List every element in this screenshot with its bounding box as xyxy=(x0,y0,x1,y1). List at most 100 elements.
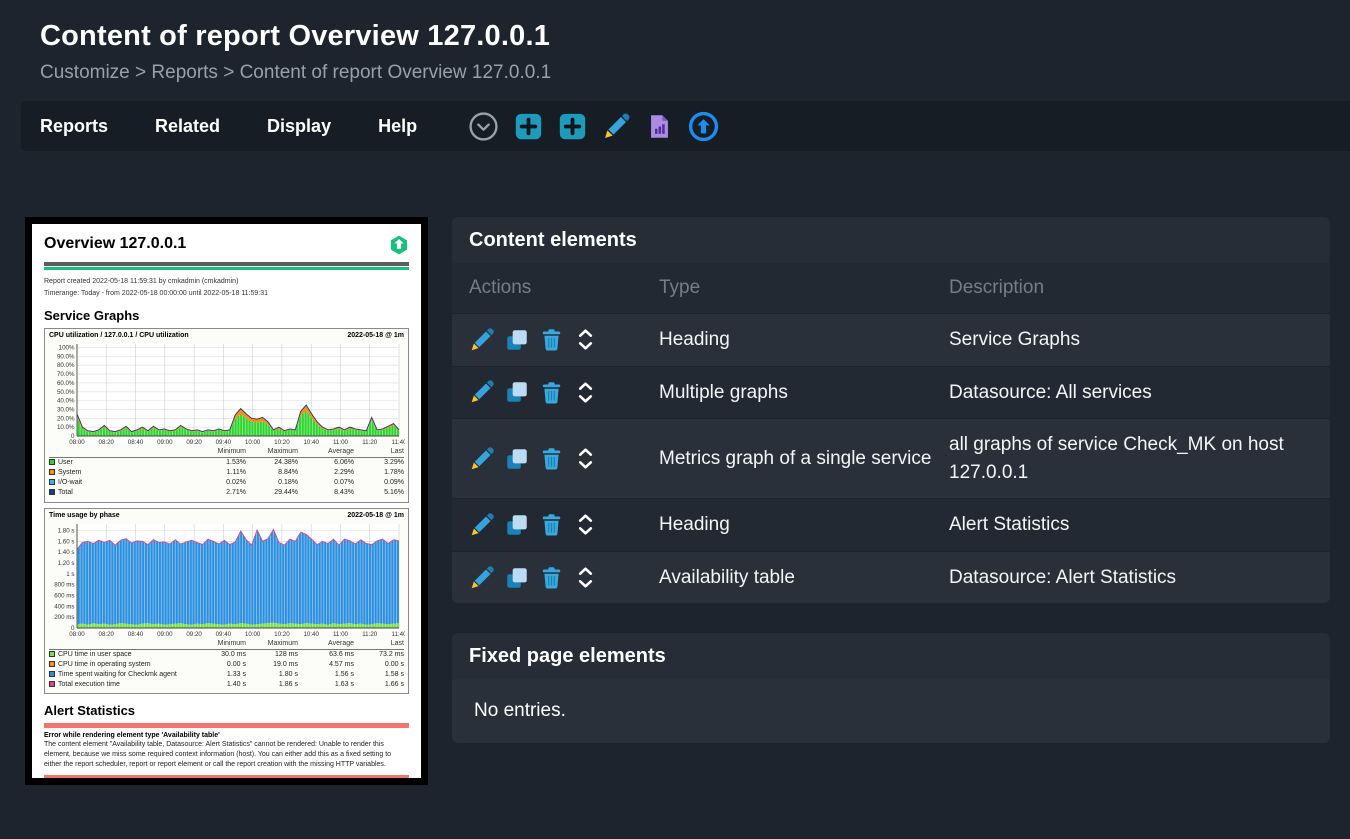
clone-icon[interactable] xyxy=(504,446,530,472)
move-down-icon[interactable] xyxy=(578,460,593,470)
move-up-icon[interactable] xyxy=(578,566,593,576)
move-down-icon[interactable] xyxy=(578,394,593,404)
svg-text:40.0%: 40.0% xyxy=(57,397,75,404)
graph-title: Time usage by phase xyxy=(49,512,120,519)
legend-row: Total2.71%29.44%8.43%5.16% xyxy=(49,488,404,498)
menu-help[interactable]: Help xyxy=(378,116,417,137)
content-row-3: Metrics graph of a single service all gr… xyxy=(452,418,1330,498)
move-controls xyxy=(578,328,593,351)
mini-chart-svg: 100%90.0%80.0%70.0%60.0%50.0%40.0%30.0%2… xyxy=(47,340,405,447)
error-bar-top xyxy=(44,723,409,728)
svg-text:10:20: 10:20 xyxy=(274,631,290,638)
legend-color-chip xyxy=(49,681,55,687)
svg-text:70.0%: 70.0% xyxy=(57,371,75,378)
mini-chart-svg: 1.80 s1.60 s1.40 s1.20 s1 s800 ms600 ms4… xyxy=(47,520,405,639)
svg-text:10.0%: 10.0% xyxy=(57,424,75,431)
row-actions xyxy=(469,379,659,405)
svg-text:50.0%: 50.0% xyxy=(57,389,75,396)
legend-row: CPU time in user space30.0 ms128 ms63.6 … xyxy=(49,650,404,660)
svg-text:08:40: 08:40 xyxy=(128,439,144,446)
svg-text:11:20: 11:20 xyxy=(362,439,378,446)
edit-icon[interactable] xyxy=(469,565,495,591)
row-description: Datasource: Alert Statistics xyxy=(949,564,1314,592)
svg-text:08:20: 08:20 xyxy=(99,439,115,446)
row-type: Heading xyxy=(659,326,949,354)
svg-text:11:40: 11:40 xyxy=(391,631,405,638)
move-up-icon[interactable] xyxy=(578,513,593,523)
row-description: Service Graphs xyxy=(949,326,1314,354)
edit-icon[interactable] xyxy=(469,327,495,353)
report-page: Overview 127.0.0.1 Report created 2022-0… xyxy=(32,224,421,778)
fixed-page-elements-title: Fixed page elements xyxy=(452,633,1330,679)
upload-arrow-icon[interactable] xyxy=(688,111,719,142)
move-down-icon[interactable] xyxy=(578,341,593,351)
row-actions xyxy=(469,565,659,591)
clone-icon[interactable] xyxy=(504,327,530,353)
menu-display[interactable]: Display xyxy=(267,116,331,137)
row-type: Availability table xyxy=(659,564,949,592)
legend-row: CPU time in operating system0.00 s19.0 m… xyxy=(49,660,404,670)
clone-icon[interactable] xyxy=(504,512,530,538)
graph-timestamp: 2022-05-18 @ 1m xyxy=(347,332,404,339)
panels-column: Content elements Actions Type Descriptio… xyxy=(452,217,1330,743)
svg-text:09:00: 09:00 xyxy=(157,439,173,446)
svg-text:08:40: 08:40 xyxy=(128,631,144,638)
menu-related[interactable]: Related xyxy=(155,116,220,137)
page-title: Content of report Overview 127.0.0.1 xyxy=(40,20,1350,53)
legend-row: Total execution time1.40 s1.86 s1.63 s1.… xyxy=(49,680,404,690)
delete-icon[interactable] xyxy=(539,446,564,471)
add-element-icon-2[interactable] xyxy=(558,112,587,141)
svg-text:08:00: 08:00 xyxy=(69,631,85,638)
clone-icon[interactable] xyxy=(504,379,530,405)
edit-icon[interactable] xyxy=(469,379,495,405)
clone-icon[interactable] xyxy=(504,565,530,591)
report-preview-thumbnail[interactable]: Overview 127.0.0.1 Report created 2022-0… xyxy=(25,217,428,785)
svg-text:1.20 s: 1.20 s xyxy=(58,560,75,567)
graph-title: CPU utilization / 127.0.0.1 / CPU utiliz… xyxy=(49,332,189,339)
chevron-down-circle-icon[interactable] xyxy=(468,111,499,142)
move-down-icon[interactable] xyxy=(578,526,593,536)
legend-row: I/O-wait0.02%0.18%0.07%0.09% xyxy=(49,478,404,488)
svg-text:09:20: 09:20 xyxy=(186,631,202,638)
main-content: Overview 127.0.0.1 Report created 2022-0… xyxy=(0,217,1350,785)
svg-text:10:00: 10:00 xyxy=(245,439,261,446)
svg-text:10:40: 10:40 xyxy=(303,631,319,638)
legend-color-chip xyxy=(49,671,55,677)
report-document-icon[interactable] xyxy=(646,113,673,140)
delete-icon[interactable] xyxy=(539,565,564,590)
svg-text:10:20: 10:20 xyxy=(274,439,290,446)
row-type: Metrics graph of a single service xyxy=(659,445,949,473)
svg-text:100%: 100% xyxy=(59,344,75,351)
fixed-page-elements-panel: Fixed page elements No entries. xyxy=(452,633,1330,743)
move-down-icon[interactable] xyxy=(578,579,593,589)
delete-icon[interactable] xyxy=(539,512,564,537)
edit-icon[interactable] xyxy=(469,512,495,538)
edit-icon[interactable] xyxy=(602,112,631,141)
move-up-icon[interactable] xyxy=(578,447,593,457)
row-actions xyxy=(469,446,659,472)
move-up-icon[interactable] xyxy=(578,328,593,338)
content-row-2: Multiple graphs Datasource: All services xyxy=(452,366,1330,419)
content-elements-title: Content elements xyxy=(452,217,1330,263)
col-description: Description xyxy=(949,277,1330,299)
svg-text:800 ms: 800 ms xyxy=(54,581,74,588)
fixed-page-elements-empty: No entries. xyxy=(452,679,1330,743)
cpu-utilization-graph: CPU utilization / 127.0.0.1 / CPU utiliz… xyxy=(44,328,409,503)
svg-text:10:00: 10:00 xyxy=(245,631,261,638)
edit-icon[interactable] xyxy=(469,446,495,472)
move-up-icon[interactable] xyxy=(578,381,593,391)
svg-text:1.80 s: 1.80 s xyxy=(58,527,75,534)
row-type: Heading xyxy=(659,511,949,539)
move-controls xyxy=(578,566,593,589)
legend-header: MinimumMaximumAverageLast xyxy=(49,639,404,650)
row-description: Datasource: All services xyxy=(949,379,1314,407)
delete-icon[interactable] xyxy=(539,380,564,405)
breadcrumb[interactable]: Customize > Reports > Content of report … xyxy=(40,62,1350,84)
delete-icon[interactable] xyxy=(539,327,564,352)
checkmk-logo-icon xyxy=(389,235,409,255)
page-header: Content of report Overview 127.0.0.1 Cus… xyxy=(0,0,1350,84)
svg-text:08:20: 08:20 xyxy=(99,631,115,638)
add-element-icon[interactable] xyxy=(514,112,543,141)
menu-reports[interactable]: Reports xyxy=(40,116,108,137)
time-usage-plot: 1.80 s1.60 s1.40 s1.20 s1 s800 ms600 ms4… xyxy=(47,520,406,639)
